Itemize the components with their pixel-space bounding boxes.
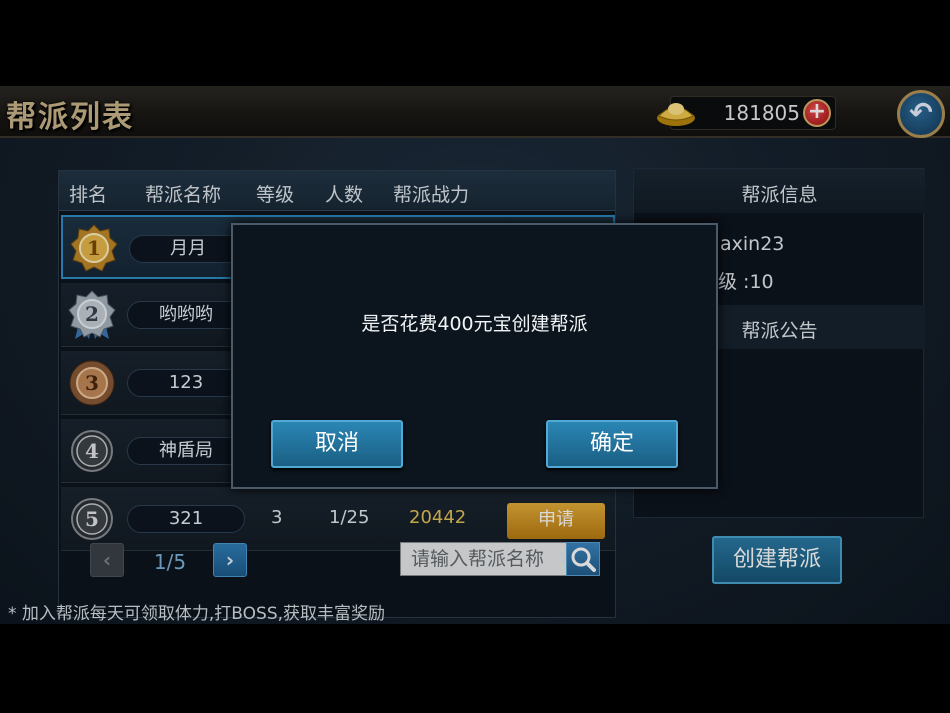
cancel-button[interactable]: 取消 [271, 420, 403, 468]
confirm-dialog: 是否花费400元宝创建帮派 取消 确定 [231, 223, 718, 489]
game-screen: 帮派列表 181805 + ↶ 排名 帮派名称 等级 人数 帮派战力 1 月月 [0, 86, 950, 624]
confirm-button[interactable]: 确定 [546, 420, 678, 468]
dialog-message: 是否花费400元宝创建帮派 [361, 313, 588, 335]
